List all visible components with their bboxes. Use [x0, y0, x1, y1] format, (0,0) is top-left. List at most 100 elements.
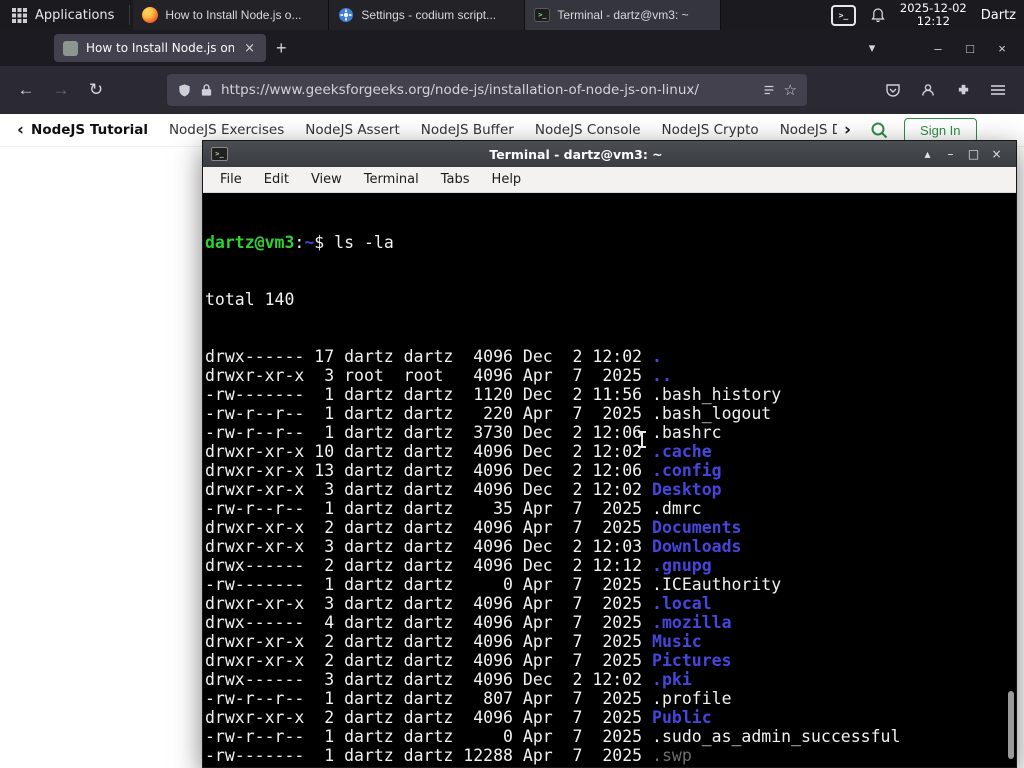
taskbar-item-label: How to Install Node.js o... [165, 8, 302, 22]
prompt-path: ~ [304, 233, 315, 252]
browser-tab[interactable]: How to Install Node.js on × [54, 34, 266, 62]
menu-edit[interactable]: Edit [254, 169, 299, 190]
scrollbar-thumb[interactable] [1008, 691, 1014, 759]
notifications-bell-icon[interactable] [870, 7, 886, 23]
terminal-line: drwxr-xr-x 13 dartz dartz 4096 Dec 2 12:… [205, 461, 722, 480]
taskbar-item-terminal[interactable]: >_ Terminal - dartz@vm3: ~ [525, 0, 722, 30]
file-name: Music [652, 632, 702, 651]
browser-maximize-button[interactable]: □ [954, 34, 986, 62]
menu-view[interactable]: View [301, 169, 352, 190]
terminal-line: drwx------ 4 dartz dartz 4096 Apr 7 2025… [205, 613, 732, 632]
terminal-title: Terminal - dartz@vm3: ~ [489, 146, 663, 162]
panel-tray-area: >_ 2025-12-02 12:12 Dartz [830, 0, 1024, 30]
applications-grid-icon [12, 7, 27, 23]
panel-separator [129, 5, 131, 25]
lock-icon[interactable] [200, 83, 213, 97]
file-name: .dmrc [652, 499, 702, 518]
nav-item-nodejs-crypto[interactable]: NodeJS Crypto [662, 122, 759, 138]
taskbar-item-settings[interactable]: Settings - codium script... [329, 0, 526, 30]
clock-time: 12:12 [916, 14, 950, 28]
menu-terminal[interactable]: Terminal [354, 169, 429, 190]
browser-toolbar: ← → ↻ https://www.geeksforgeeks.org/node… [0, 66, 1024, 114]
terminal-close-button[interactable]: × [985, 147, 1008, 161]
menu-help[interactable]: Help [482, 169, 532, 190]
taskbar-item-label: Terminal - dartz@vm3: ~ [557, 8, 689, 22]
menu-tabs[interactable]: Tabs [431, 169, 480, 190]
terminal-shade-button[interactable]: ▴ [916, 147, 939, 161]
terminal-line: drwx------ 17 dartz dartz 4096 Dec 2 12:… [205, 347, 662, 366]
terminal-output: drwx------ 17 dartz dartz 4096 Dec 2 12:… [205, 347, 1016, 767]
file-name: .local [652, 594, 712, 613]
menu-button[interactable] [982, 74, 1014, 106]
browser-tab-bar: How to Install Node.js on × + ▾ – □ × [0, 30, 1024, 66]
bookmark-star-icon[interactable]: ☆ [784, 82, 797, 98]
reader-view-icon[interactable] [762, 83, 776, 97]
back-button[interactable]: ← [10, 74, 42, 106]
terminal-line: drwxr-xr-x 3 dartz dartz 4096 Dec 2 12:0… [205, 537, 742, 556]
terminal-menubar: File Edit View Terminal Tabs Help [203, 167, 1016, 193]
taskbar-item-firefox[interactable]: How to Install Node.js o... [133, 0, 330, 30]
pocket-icon[interactable] [877, 74, 909, 106]
extensions-icon[interactable] [947, 74, 979, 106]
forward-button[interactable]: → [45, 74, 77, 106]
terminal-line: -rw------- 1 dartz dartz 12288 Apr 7 202… [205, 746, 692, 765]
file-name: Public [652, 708, 712, 727]
search-icon[interactable] [858, 121, 900, 139]
new-tab-button[interactable]: + [266, 38, 297, 59]
terminal-line: drwxr-xr-x 2 dartz dartz 4096 Apr 7 2025… [205, 632, 702, 651]
browser-close-button[interactable]: × [986, 34, 1018, 62]
url-text[interactable]: https://www.geeksforgeeks.org/node-js/in… [221, 82, 754, 98]
applications-label: Applications [35, 7, 115, 23]
terminal-line: -rw-r--r-- 1 dartz dartz 3730 Dec 2 12:0… [205, 423, 722, 442]
file-name: .pki [652, 670, 692, 689]
terminal-line: -rw-r--r-- 1 dartz dartz 0 Apr 7 2025 .s… [205, 727, 901, 746]
terminal-line: drwxr-xr-x 3 dartz dartz 4096 Apr 7 2025… [205, 594, 712, 613]
taskbar-item-label: Settings - codium script... [361, 8, 497, 22]
terminal-app-icon: >_ [211, 147, 228, 161]
panel-clock[interactable]: 2025-12-02 12:12 [900, 2, 967, 28]
nav-item-nodejs-dns[interactable]: NodeJS DNS [780, 122, 837, 138]
nav-scroll-right-icon[interactable]: › [837, 121, 858, 139]
nav-item-nodejs-buffer[interactable]: NodeJS Buffer [421, 122, 514, 138]
tab-favicon-icon [63, 40, 78, 56]
terminal-line: drwxr-xr-x 10 dartz dartz 4096 Dec 2 12:… [205, 442, 712, 461]
sign-in-button[interactable]: Sign In [904, 117, 977, 143]
screen: Applications How to Install Node.js o...… [0, 0, 1024, 768]
file-name: Downloads [652, 537, 742, 556]
terminal-content[interactable]: dartz@vm3:~$ ls -la total 140 drwx------… [203, 193, 1016, 767]
file-name: .bash_history [652, 385, 782, 404]
file-name: Templates [652, 765, 741, 767]
file-name: . [652, 347, 662, 366]
account-icon[interactable] [912, 74, 944, 106]
file-name: Documents [652, 518, 742, 537]
applications-menu-button[interactable]: Applications [0, 0, 126, 30]
nav-item-nodejs-tutorial[interactable]: NodeJS Tutorial [31, 122, 148, 138]
nav-item-nodejs-console[interactable]: NodeJS Console [535, 122, 641, 138]
tray-terminal-icon[interactable]: >_ [830, 4, 856, 26]
terminal-scrollbar[interactable] [1006, 193, 1016, 767]
tab-close-icon[interactable]: × [242, 41, 257, 56]
terminal-icon: >_ [534, 8, 551, 22]
terminal-maximize-button[interactable]: □ [962, 147, 985, 161]
nav-item-nodejs-exercises[interactable]: NodeJS Exercises [169, 122, 284, 138]
browser-minimize-button[interactable]: – [922, 34, 954, 62]
terminal-line: -rw-r--r-- 1 dartz dartz 35 Apr 7 2025 .… [205, 499, 702, 518]
menu-file[interactable]: File [210, 169, 252, 190]
command-text: ls -la [334, 233, 394, 252]
terminal-titlebar[interactable]: >_ Terminal - dartz@vm3: ~ ▴ – □ × [203, 141, 1016, 167]
text-cursor-icon [637, 431, 647, 448]
file-name: .bash_logout [652, 404, 772, 423]
url-bar[interactable]: https://www.geeksforgeeks.org/node-js/in… [167, 74, 807, 106]
nav-item-nodejs-assert[interactable]: NodeJS Assert [305, 122, 400, 138]
reload-button[interactable]: ↻ [80, 74, 112, 106]
list-all-tabs-icon[interactable]: ▾ [856, 34, 888, 62]
terminal-line: drwxr-xr-x 3 dartz dartz 4096 Dec 2 12:0… [205, 480, 722, 499]
file-name: .cache [652, 442, 712, 461]
file-name: .mozilla [652, 613, 732, 632]
tracking-shield-icon[interactable] [177, 83, 192, 98]
prompt-user-host: dartz@vm3 [205, 233, 295, 252]
terminal-minimize-button[interactable]: – [939, 147, 962, 161]
nav-scroll-left-icon[interactable]: ‹ [10, 121, 31, 139]
file-name: .ICEauthority [652, 575, 782, 594]
terminal-window: >_ Terminal - dartz@vm3: ~ ▴ – □ × File … [202, 140, 1017, 768]
